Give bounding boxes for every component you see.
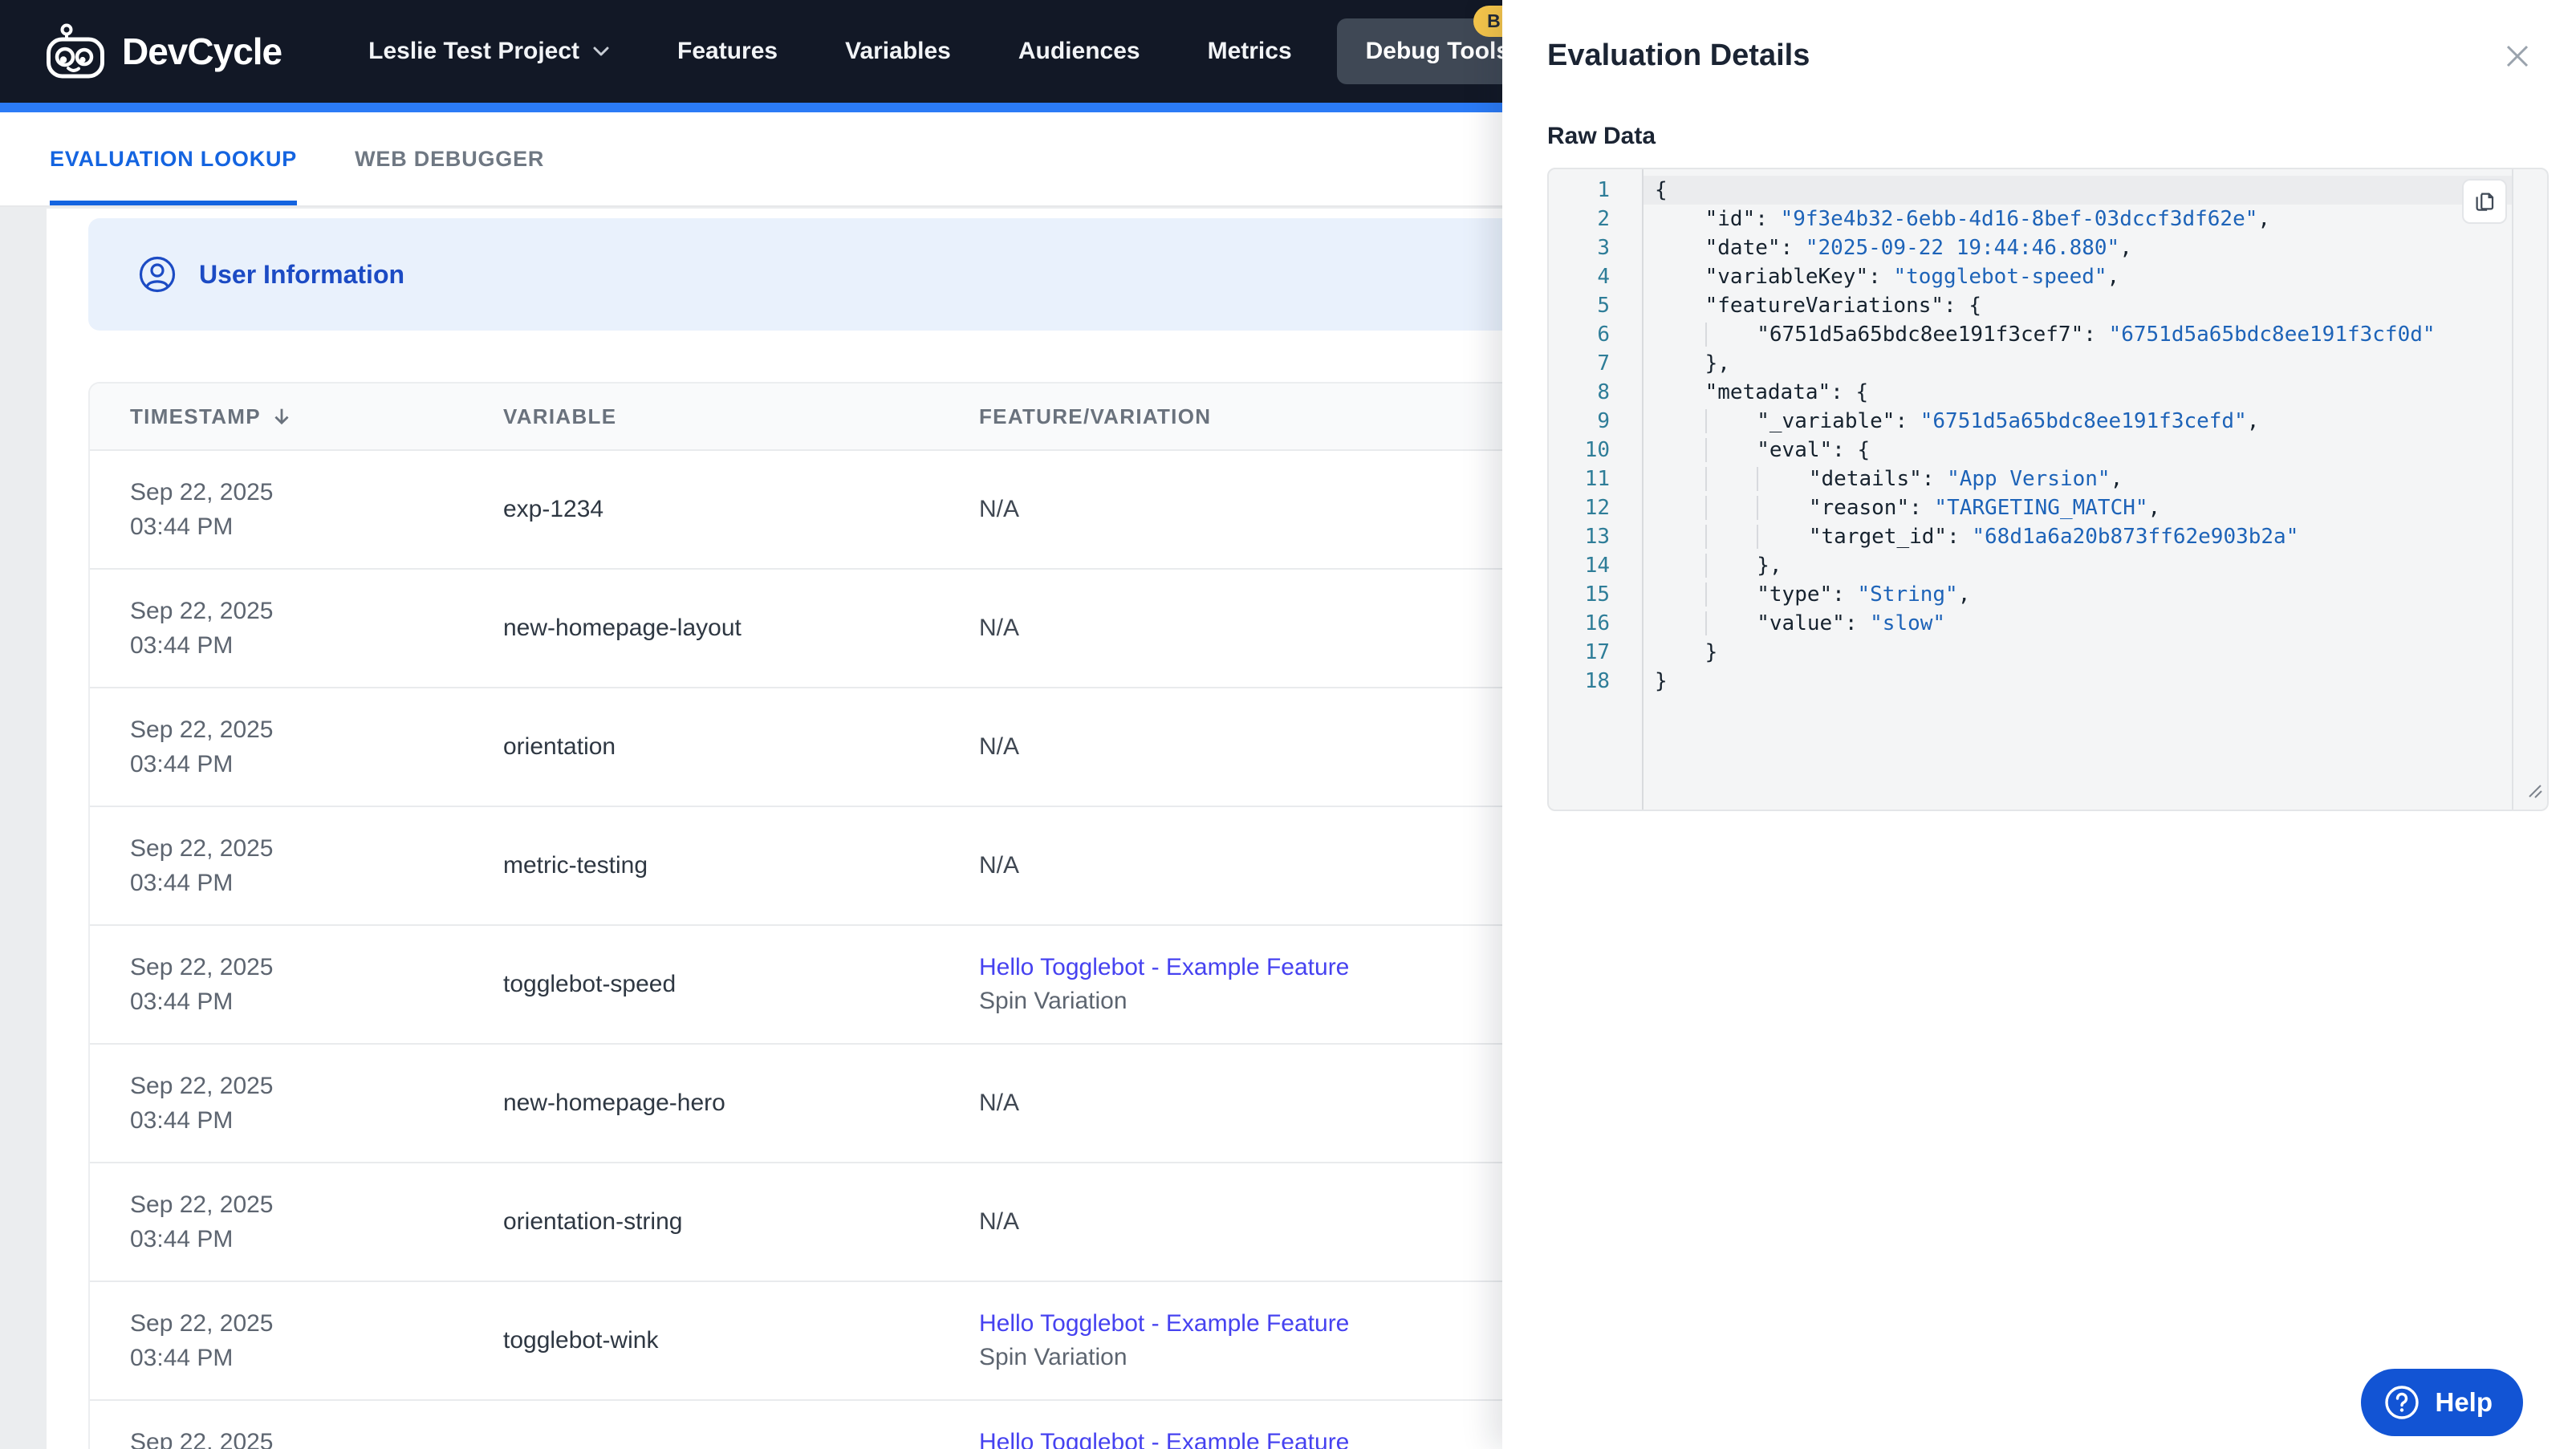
- sort-descending-icon: [270, 405, 293, 428]
- line-number: 18: [1584, 669, 1610, 693]
- timestamp-cell: Sep 22, 202503:44 PM: [130, 1073, 274, 1134]
- code-line: }: [1655, 669, 1668, 693]
- line-number: 6: [1597, 323, 1610, 347]
- line-number: 17: [1584, 640, 1610, 664]
- project-name: Leslie Test Project: [368, 38, 580, 64]
- na-label: N/A: [979, 1090, 1020, 1116]
- code-line: "type": "String",: [1644, 580, 2512, 609]
- line-number: 1: [1597, 178, 1610, 202]
- copy-icon: [2472, 189, 2497, 213]
- user-circle-icon: [138, 255, 177, 294]
- raw-data-label: Raw Data: [1547, 123, 1656, 149]
- variable-cell: togglebot-wink: [503, 1327, 659, 1354]
- code-line: "_variable": "6751d5a65bdc8ee191f3cefd",: [1644, 407, 2512, 436]
- timestamp-cell: Sep 22, 202503:44 PM: [130, 716, 274, 777]
- line-number: 15: [1584, 582, 1610, 607]
- timestamp-cell: Sep 22, 202503:44 PM: [130, 1310, 274, 1371]
- variable-cell: orientation: [503, 733, 616, 760]
- line-number: 3: [1597, 236, 1610, 260]
- code-line: },: [1644, 551, 2512, 580]
- help-question-icon: [2383, 1384, 2420, 1421]
- timestamp-cell: Sep 22, 202503:44 PM: [130, 1191, 274, 1252]
- na-label: N/A: [979, 615, 1020, 641]
- code-line: "id": "9f3e4b32-6ebb-4d16-8bef-03dccf3df…: [1704, 207, 2271, 231]
- code-line: "value": "slow": [1644, 609, 2512, 638]
- variable-cell: togglebot-speed: [503, 971, 677, 997]
- line-number: 4: [1597, 265, 1610, 289]
- code-line: "featureVariations": {: [1704, 294, 1982, 318]
- na-label: N/A: [979, 852, 1020, 879]
- timestamp-cell: Sep 22, 202503:44 PM: [130, 598, 274, 659]
- line-number: 9: [1597, 409, 1610, 433]
- na-label: N/A: [979, 496, 1020, 522]
- panel-title: Evaluation Details: [1547, 39, 1810, 72]
- debug-tools-label: Debug Tools: [1365, 38, 1510, 64]
- brand-name: DevCycle: [122, 30, 282, 72]
- code-line: "target_id": "68d1a6a20b873ff62e903b2a": [1644, 522, 2512, 551]
- code-line: "eval": {: [1644, 436, 2512, 465]
- variable-cell: orientation-string: [503, 1208, 683, 1235]
- code-line: "variableKey": "togglebot-speed",: [1704, 265, 2120, 289]
- nav-item-features[interactable]: Features: [677, 38, 778, 65]
- close-panel-button[interactable]: [2504, 43, 2531, 70]
- line-number: 10: [1584, 438, 1610, 462]
- code-line: },: [1655, 351, 1730, 375]
- resize-grip[interactable]: [2525, 779, 2544, 808]
- help-label: Help: [2435, 1387, 2493, 1417]
- code-line: "6751d5a65bdc8ee191f3cef7": "6751d5a65bd…: [1644, 320, 2512, 349]
- line-number: 11: [1584, 467, 1610, 491]
- line-number: 14: [1584, 554, 1610, 578]
- line-number: 16: [1584, 611, 1610, 635]
- nav-items: Leslie Test Project Features Variables A…: [368, 6, 1555, 84]
- line-number: 12: [1584, 496, 1610, 520]
- timestamp-cell: Sep 22, 202503:44 PM: [130, 1429, 274, 1449]
- raw-data-code-block[interactable]: 1 2 3 4 5 6 7 8 9 10 11 12 13 14 15 16 17 18 { "id": "9f3…: [1547, 168, 2549, 811]
- tab-web-debugger[interactable]: WEB DEBUGGER: [355, 112, 544, 205]
- timestamp-cell: Sep 22, 202503:44 PM: [130, 479, 274, 540]
- column-header-timestamp[interactable]: TIMESTAMP: [90, 404, 503, 429]
- code-area: { "id": "9f3e4b32-6ebb-4d16-8bef-03dccf3…: [1644, 169, 2513, 810]
- variable-cell: exp-1234: [503, 496, 604, 522]
- nav-item-audiences[interactable]: Audiences: [1018, 38, 1140, 65]
- na-label: N/A: [979, 733, 1020, 760]
- timestamp-cell: Sep 22, 202503:44 PM: [130, 835, 274, 896]
- timestamp-cell: Sep 22, 202503:44 PM: [130, 954, 274, 1015]
- variable-cell: new-homepage-layout: [503, 615, 742, 641]
- code-line: "date": "2025-09-22 19:44:46.880",: [1704, 236, 2132, 260]
- variable-cell: togglebot-speed: [503, 1446, 979, 1449]
- code-line: "details": "App Version",: [1644, 465, 2512, 493]
- na-label: N/A: [979, 1208, 1020, 1235]
- devcycle-logo[interactable]: DevCycle: [45, 22, 282, 80]
- line-numbers-gutter: 1 2 3 4 5 6 7 8 9 10 11 12 13 14 15 16 17 18: [1549, 169, 1644, 810]
- line-number: 2: [1597, 207, 1610, 231]
- evaluation-details-panel: Evaluation Details Raw Data 1 2 3 4 5 6 7 8 9 10 1…: [1502, 0, 2576, 1449]
- copy-button[interactable]: [2462, 179, 2507, 224]
- user-information-label: User Information: [199, 259, 405, 289]
- variable-cell: metric-testing: [503, 852, 648, 879]
- help-button[interactable]: Help: [2361, 1369, 2523, 1436]
- code-line: "metadata": {: [1704, 380, 1869, 404]
- tab-evaluation-lookup[interactable]: EVALUATION LOOKUP: [50, 112, 298, 205]
- column-header-variable[interactable]: VARIABLE: [503, 404, 979, 429]
- line-number: 8: [1597, 380, 1610, 404]
- line-number: 5: [1597, 294, 1610, 318]
- line-number: 7: [1597, 351, 1610, 375]
- code-line: }: [1655, 640, 1718, 664]
- nav-item-variables[interactable]: Variables: [845, 38, 951, 65]
- code-line: {: [1644, 176, 2512, 205]
- line-number: 13: [1584, 525, 1610, 549]
- variable-cell: new-homepage-hero: [503, 1090, 725, 1116]
- devcycle-robot-icon: [45, 22, 106, 80]
- chevron-down-icon: [592, 46, 610, 57]
- code-line: "reason": "TARGETING_MATCH",: [1644, 493, 2512, 522]
- close-icon: [2504, 43, 2531, 70]
- nav-item-metrics[interactable]: Metrics: [1208, 38, 1292, 65]
- project-selector[interactable]: Leslie Test Project: [368, 38, 610, 65]
